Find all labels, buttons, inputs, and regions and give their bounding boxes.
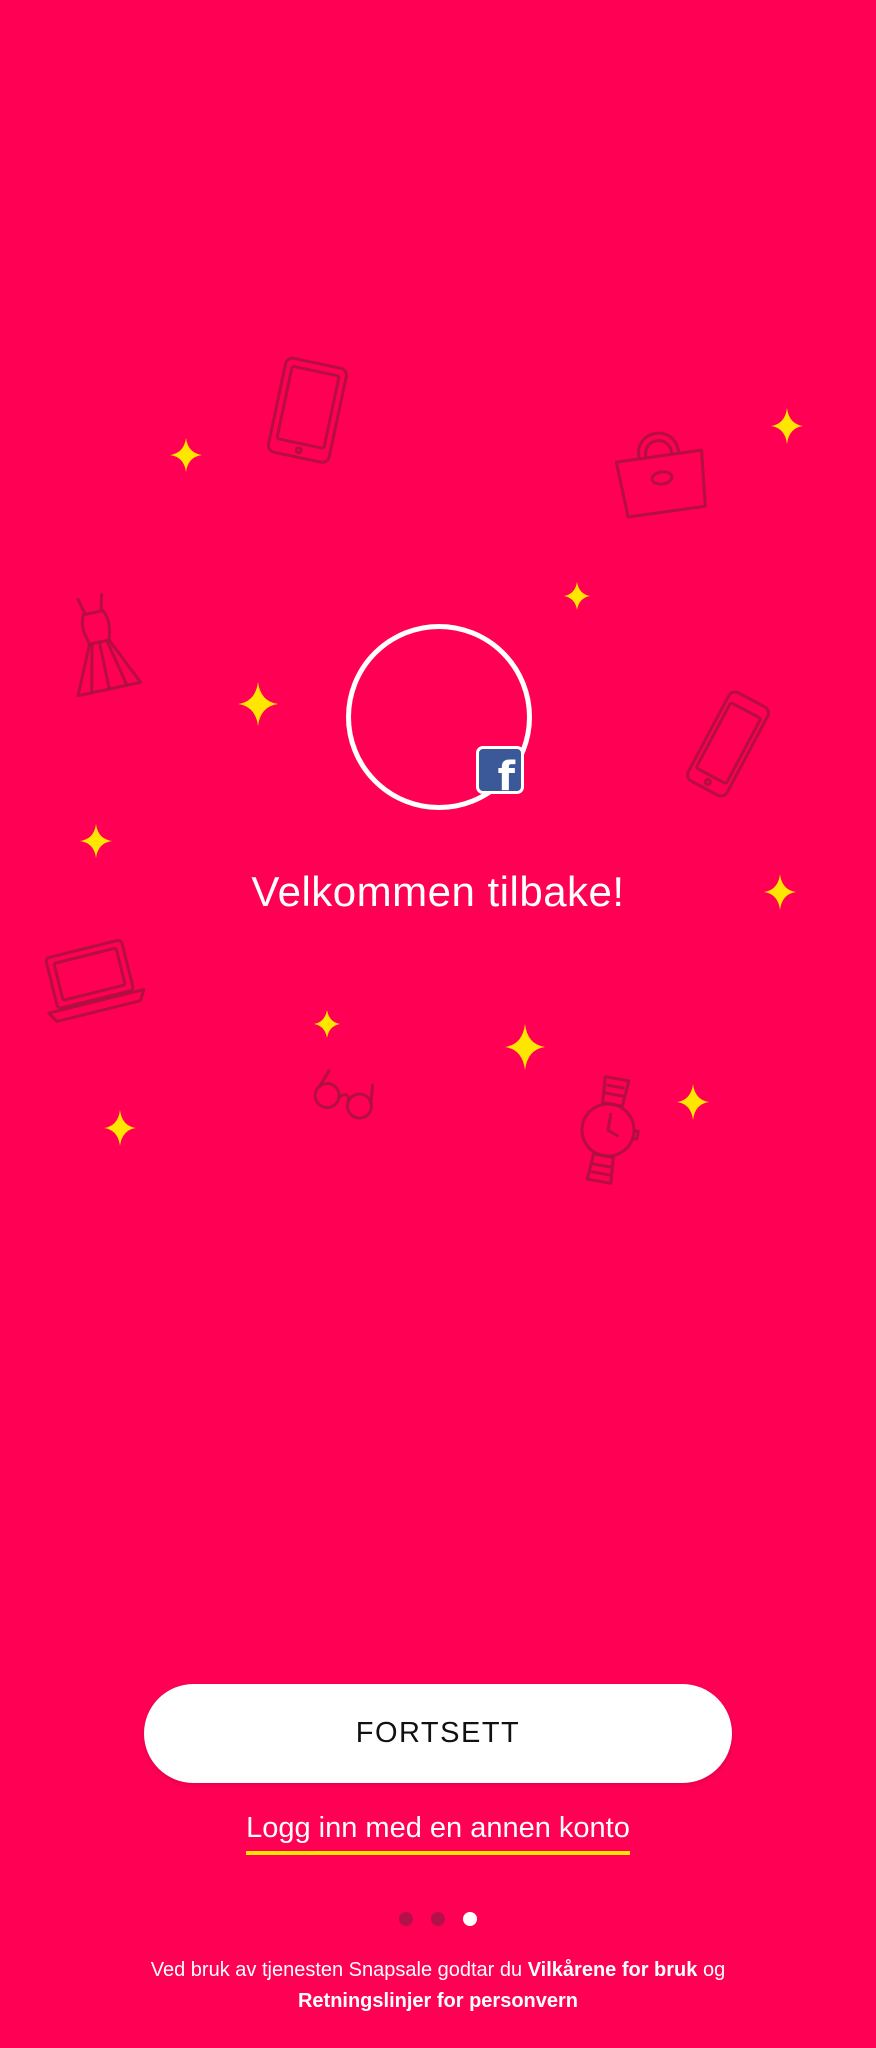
terms-link[interactable]: Vilkårene for bruk <box>528 1959 698 1981</box>
sparkle-icon <box>238 682 278 726</box>
sparkle-icon <box>80 824 112 858</box>
watch-icon <box>580 1075 640 1185</box>
sparkle-icon <box>677 1084 709 1120</box>
continue-button[interactable]: FORTSETT <box>144 1684 732 1783</box>
sparkle-icon <box>314 1010 340 1038</box>
other-account-container: Logg inn med en annen konto <box>0 1812 876 1855</box>
facebook-icon: f <box>476 746 524 794</box>
dress-icon <box>76 593 143 698</box>
sparkle-icon <box>505 1024 545 1070</box>
handbag-icon <box>614 431 707 519</box>
page-dot <box>399 1912 413 1926</box>
sparkle-icon <box>104 1110 136 1146</box>
sparkle-icon <box>170 438 202 472</box>
sparkle-icon <box>771 408 803 444</box>
legal-prefix: Ved bruk av tjenesten Snapsale godtar du <box>150 1959 528 1981</box>
tablet-icon <box>266 356 348 464</box>
other-account-link[interactable]: Logg inn med en annen konto <box>246 1812 630 1855</box>
page-indicator <box>0 1912 876 1926</box>
welcome-title: Velkommen tilbake! <box>251 868 625 915</box>
privacy-link[interactable]: Retningslinjer for personvern <box>298 1990 578 2012</box>
page-dot <box>431 1912 445 1926</box>
laptop-icon <box>44 938 146 1023</box>
page-dot-active <box>463 1912 477 1926</box>
legal-conjunction: og <box>697 1959 726 1981</box>
smartphone-icon <box>686 690 770 798</box>
legal-text: Ved bruk av tjenesten Snapsale godtar du… <box>120 1955 756 2017</box>
sparkle-icon <box>564 582 590 610</box>
glasses-icon <box>313 1069 375 1120</box>
